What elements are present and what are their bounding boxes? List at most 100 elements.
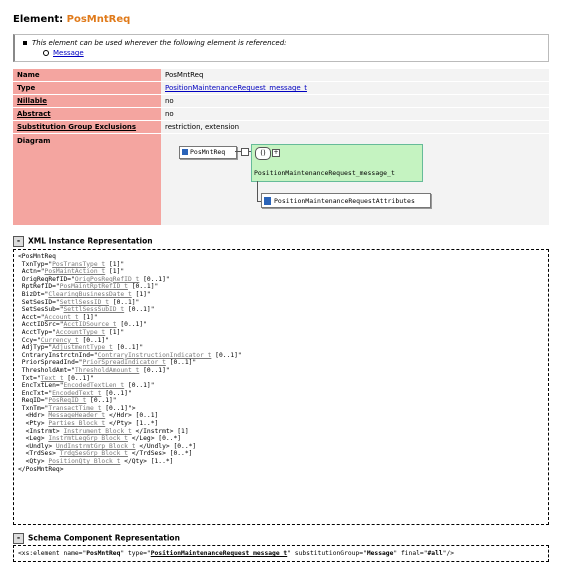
type-link[interactable]: PosMaintRptRefID_t — [60, 283, 128, 290]
type-link[interactable]: PriorSpreadIndicator_t — [82, 359, 165, 366]
code-line: <PosMntReq — [18, 253, 56, 260]
code-line: Ccy="Currency_t [0..1]" — [18, 336, 110, 344]
property-row: Substitution Group Exclusions restriction… — [13, 121, 549, 133]
collapse-toggle-button[interactable]: - — [13, 533, 24, 544]
code-line: CntraryInstrctnInd="ContraryInstructionI… — [18, 351, 242, 359]
connector-line — [257, 181, 258, 201]
type-link[interactable]: SettlSessID_t — [60, 299, 109, 306]
property-key[interactable]: Abstract — [13, 108, 161, 120]
type-link[interactable]: PositionQty_Block_t — [48, 458, 120, 465]
message-link[interactable]: Message — [53, 49, 84, 57]
diagram-element-box[interactable]: PosMntReq — [179, 146, 237, 159]
code-line: AcctTyp="AccountType_t [1]" — [18, 328, 125, 336]
xml-section-title: XML Instance Representation — [28, 236, 153, 246]
title-label: Element: — [13, 14, 64, 25]
type-link[interactable]: ThresholdAmount_t — [75, 367, 139, 374]
property-row: Nillable no — [13, 95, 549, 107]
code-line: TxnTyp="PosTransType_t [1]" — [18, 260, 125, 268]
code-line: <Hdr> MessageHeader_t </Hdr> [0..1] — [18, 412, 159, 420]
code-line: ThresholdAmt="ThresholdAmount_t [0..1]" — [18, 366, 170, 374]
property-row: Type PositionMaintenanceRequest_message_t — [13, 82, 549, 94]
diagram-type-label: PositionMaintenanceRequest_message_t — [254, 169, 395, 177]
code-line: SetSesSub="SettlSessSubID_t [0..1]" — [18, 306, 155, 314]
property-key: Diagram — [13, 134, 161, 225]
type-link[interactable]: TrdgSesGrp_Block_t — [60, 450, 128, 457]
element-icon — [182, 149, 188, 155]
code-line: <Pty> Parties_Block_t </Pty> [1..*] — [18, 420, 159, 428]
type-link[interactable]: PosTransType_t — [52, 261, 105, 268]
type-link[interactable]: Currency_t — [41, 337, 79, 344]
code-line: <Undly> UndInstrmtGrp_Block_t </Undly> [… — [18, 442, 197, 450]
type-link[interactable]: TransactTime_t — [48, 405, 101, 412]
type-link[interactable]: AcctIDSource_t — [64, 321, 117, 328]
sequence-icon: () — [255, 147, 271, 160]
code-line: BizDt="ClearingBusinessDate_t [1]" — [18, 290, 151, 298]
type-link[interactable]: Instrument_Block_t — [64, 428, 132, 435]
schema-component-code: <xs:element name="PosMntReq" type="Posit… — [13, 545, 549, 562]
type-link[interactable]: PosMaintAction_t — [45, 268, 106, 275]
property-row: Abstract no — [13, 108, 549, 120]
type-link[interactable]: EncodedTextLen_t — [64, 382, 125, 389]
schema-type-link[interactable]: PositionMaintenanceRequest_message_t — [151, 550, 287, 557]
properties-table: Name PosMntReq Type PositionMaintenanceRequ… — [13, 68, 549, 226]
code-line: Actn="PosMaintAction_t [1]" — [18, 268, 125, 276]
property-key: Name — [13, 69, 161, 81]
type-link[interactable]: Account_t — [45, 314, 79, 321]
schema-section-header: - Schema Component Representation — [13, 533, 180, 544]
code-line: EncTxt="EncodedText_t [0..1]" — [18, 389, 132, 397]
type-link[interactable]: AdjustmentType_t — [52, 344, 113, 351]
code-line: <Leg> InstrmtLegGrp_Block_t </Leg> [0..*… — [18, 435, 182, 443]
expand-square-icon[interactable] — [241, 148, 249, 156]
type-link[interactable]: Text_t — [41, 375, 64, 382]
reference-note: This element can be used wherever the fo… — [13, 34, 549, 62]
code-line: <Qty> PositionQty_Block_t </Qty> [1..*] — [18, 458, 174, 466]
property-value: no — [161, 95, 549, 107]
code-line: AcctIDSrc="AcctIDSource_t [0..1]" — [18, 321, 147, 329]
schema-section-title: Schema Component Representation — [28, 533, 180, 543]
property-key: Type — [13, 82, 161, 94]
property-value: no — [161, 108, 549, 120]
bullet-icon — [23, 41, 27, 45]
expand-plus-icon[interactable]: + — [272, 149, 280, 157]
note-text: This element can be used wherever the fo… — [32, 39, 287, 47]
code-line: PriorSpreadInd="PriorSpreadIndicator_t [… — [18, 359, 197, 367]
code-line: Acct="Account_t [1]" — [18, 313, 98, 321]
type-link[interactable]: PositionMaintenanceRequest_message_t — [165, 84, 307, 92]
type-link[interactable]: EncodedText_t — [52, 390, 101, 397]
code-line: RptRefID="PosMaintRptRefID_t [0..1]" — [18, 283, 159, 291]
code-line: OrigReqRefID="OrigPosReqRefID_t [0..1]" — [18, 275, 170, 283]
code-line: SetSesID="SettlSessID_t [0..1]" — [18, 298, 140, 306]
diagram-attributes-box[interactable]: PositionMaintenanceRequestAttributes — [261, 193, 431, 208]
collapse-toggle-button[interactable]: - — [13, 236, 24, 247]
code-line: TxnTm="TransactTime_t [0..1]"> — [18, 404, 136, 412]
code-line: <Instrmt> Instrument_Block_t </Instrmt> … — [18, 427, 189, 435]
code-line: <TrdSes> TrdgSesGrp_Block_t </TrdSes> [0… — [18, 450, 193, 458]
type-link[interactable]: MessageHeader_t — [48, 412, 105, 419]
code-line: AdjTyp="AdjustmentType_t [0..1]" — [18, 344, 144, 352]
property-value: restriction, extension — [161, 121, 549, 133]
property-value: PosMntReq — [161, 69, 549, 81]
xml-instance-code: <PosMntReq TxnTyp="PosTransType_t [1]" A… — [13, 249, 549, 525]
diagram-row: Diagram PosMntReq () + PositionMaintenanceRe… — [13, 134, 549, 225]
type-link[interactable]: ClearingBusinessDate_t — [48, 291, 131, 298]
type-link[interactable]: AccountType_t — [56, 329, 105, 336]
type-link[interactable]: OrigPosReqRefID_t — [75, 276, 139, 283]
code-line: Txt="Text_t [0..1]" — [18, 374, 94, 382]
property-row: Name PosMntReq — [13, 69, 549, 81]
diagram-type-box[interactable]: () + PositionMaintenanceRequest_message_t — [251, 144, 423, 182]
type-link[interactable]: SettlSessSubID_t — [64, 306, 125, 313]
type-link[interactable]: PosReqID_t — [48, 397, 86, 404]
code-line: EncTxtLen="EncodedTextLen_t [0..1]" — [18, 382, 155, 390]
page-title: Element: PosMntReq — [13, 14, 130, 25]
type-link[interactable]: ContraryInstructionIndicator_t — [98, 352, 212, 359]
type-link[interactable]: Parties_Block_t — [48, 420, 105, 427]
title-element-name: PosMntReq — [66, 14, 131, 25]
property-key[interactable]: Nillable — [13, 95, 161, 107]
attribute-group-icon — [264, 197, 271, 205]
code-line: ReqID="PosReqID_t [0..1]" — [18, 397, 117, 405]
xml-section-header: - XML Instance Representation — [13, 236, 153, 247]
type-link[interactable]: InstrmtLegGrp_Block_t — [48, 435, 128, 442]
property-key[interactable]: Substitution Group Exclusions — [13, 121, 161, 133]
type-link[interactable]: UndInstrmtGrp_Block_t — [56, 443, 136, 450]
code-line: </PosMntReq> — [18, 465, 64, 473]
